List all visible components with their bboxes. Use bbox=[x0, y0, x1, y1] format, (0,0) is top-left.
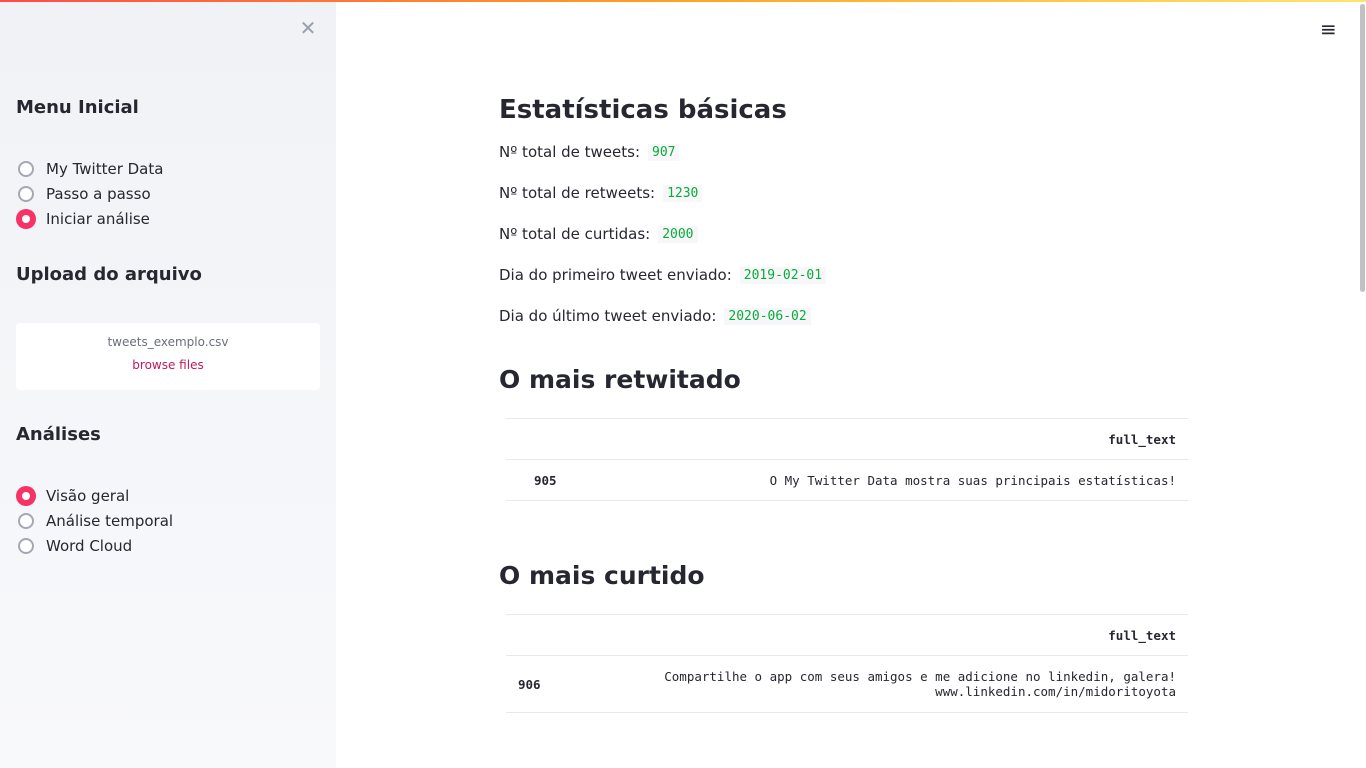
stat-value: 1230 bbox=[663, 184, 703, 202]
most-retweeted-table: full_text 905 O My Twitter Data mostra s… bbox=[506, 418, 1188, 501]
stat-value: 2000 bbox=[658, 225, 698, 243]
table-index-header bbox=[506, 418, 606, 460]
hamburger-menu-icon[interactable]: ≡ bbox=[1320, 19, 1340, 39]
stat-label: Nº total de tweets: bbox=[499, 143, 640, 161]
browse-files-button[interactable]: browse files bbox=[16, 358, 320, 372]
table-index-header bbox=[506, 614, 590, 656]
radio-selected-icon[interactable] bbox=[16, 208, 36, 229]
table-header-row: full_text bbox=[506, 614, 1188, 656]
radio-visao-geral[interactable]: Visão geral bbox=[16, 483, 173, 508]
radio-circle-icon[interactable] bbox=[18, 537, 34, 554]
analyses-title: Análises bbox=[16, 424, 101, 445]
table-row: 906 Compartilhe o app com seus amigos e … bbox=[506, 655, 1188, 713]
table-row-index: 905 bbox=[506, 459, 606, 501]
stat-label: Dia do último tweet enviado: bbox=[499, 307, 717, 325]
stat-value: 2020-06-02 bbox=[724, 307, 811, 325]
radio-label: Iniciar análise bbox=[46, 209, 150, 228]
most-liked-title: O mais curtido bbox=[499, 561, 705, 590]
table-header-row: full_text bbox=[506, 418, 1188, 460]
stat-label: Dia do primeiro tweet enviado: bbox=[499, 266, 732, 284]
most-liked-table: full_text 906 Compartilhe o app com seus… bbox=[506, 614, 1188, 713]
radio-passo-a-passo[interactable]: Passo a passo bbox=[18, 181, 163, 206]
uploaded-file-name: tweets_exemplo.csv bbox=[107, 335, 229, 349]
table-cell-line: Compartilhe o app com seus amigos e me a… bbox=[664, 669, 1176, 684]
file-uploader[interactable]: tweets_exemplo.csv browse files bbox=[16, 323, 320, 390]
analyses-radio-group: Visão geral Análise temporal Word Cloud bbox=[16, 483, 173, 558]
menu-radio-group: My Twitter Data Passo a passo Iniciar an… bbox=[16, 156, 163, 231]
stat-label: Nº total de retweets: bbox=[499, 184, 656, 202]
radio-label: Passo a passo bbox=[46, 184, 151, 203]
stat-first-tweet-date: Dia do primeiro tweet enviado: 2019-02-0… bbox=[499, 266, 827, 284]
table-row: 905 O My Twitter Data mostra suas princi… bbox=[506, 459, 1188, 501]
radio-label: My Twitter Data bbox=[46, 159, 164, 178]
stat-last-tweet-date: Dia do último tweet enviado: 2020-06-02 bbox=[499, 307, 811, 325]
scrollbar-thumb[interactable] bbox=[1360, 4, 1365, 292]
radio-circle-icon[interactable] bbox=[18, 185, 34, 202]
radio-label: Visão geral bbox=[46, 486, 130, 505]
close-icon[interactable]: ✕ bbox=[298, 18, 318, 38]
table-cell-text: O My Twitter Data mostra suas principais… bbox=[606, 459, 1188, 501]
table-cell-text: Compartilhe o app com seus amigos e me a… bbox=[590, 655, 1188, 713]
radio-analise-temporal[interactable]: Análise temporal bbox=[18, 508, 173, 533]
table-row-index: 906 bbox=[506, 655, 590, 713]
radio-circle-icon[interactable] bbox=[18, 160, 34, 177]
stat-label: Nº total de curtidas: bbox=[499, 225, 651, 243]
radio-selected-icon[interactable] bbox=[16, 485, 36, 506]
table-cell-line: www.linkedin.com/in/midoritoyota bbox=[935, 684, 1176, 699]
radio-label: Word Cloud bbox=[46, 536, 133, 555]
stat-value: 2019-02-01 bbox=[739, 266, 827, 284]
radio-my-twitter-data[interactable]: My Twitter Data bbox=[18, 156, 163, 181]
table-column-header: full_text bbox=[590, 614, 1188, 656]
upload-title: Upload do arquivo bbox=[16, 264, 202, 285]
radio-word-cloud[interactable]: Word Cloud bbox=[18, 533, 173, 558]
page-title: Estatísticas básicas bbox=[499, 95, 787, 125]
stat-total-tweets: Nº total de tweets: 907 bbox=[499, 143, 680, 161]
stat-value: 907 bbox=[648, 143, 680, 161]
stat-total-likes: Nº total de curtidas: 2000 bbox=[499, 225, 698, 243]
menu-title: Menu Inicial bbox=[16, 97, 139, 118]
most-retweeted-title: O mais retwitado bbox=[499, 365, 741, 394]
sidebar: ✕ Menu Inicial My Twitter Data Passo a p… bbox=[0, 0, 336, 768]
radio-circle-icon[interactable] bbox=[18, 512, 34, 529]
radio-label: Análise temporal bbox=[46, 511, 174, 530]
radio-iniciar-analise[interactable]: Iniciar análise bbox=[16, 206, 163, 231]
stat-total-retweets: Nº total de retweets: 1230 bbox=[499, 184, 703, 202]
table-column-header: full_text bbox=[606, 418, 1188, 460]
top-decoration-bar bbox=[0, 0, 1366, 2]
